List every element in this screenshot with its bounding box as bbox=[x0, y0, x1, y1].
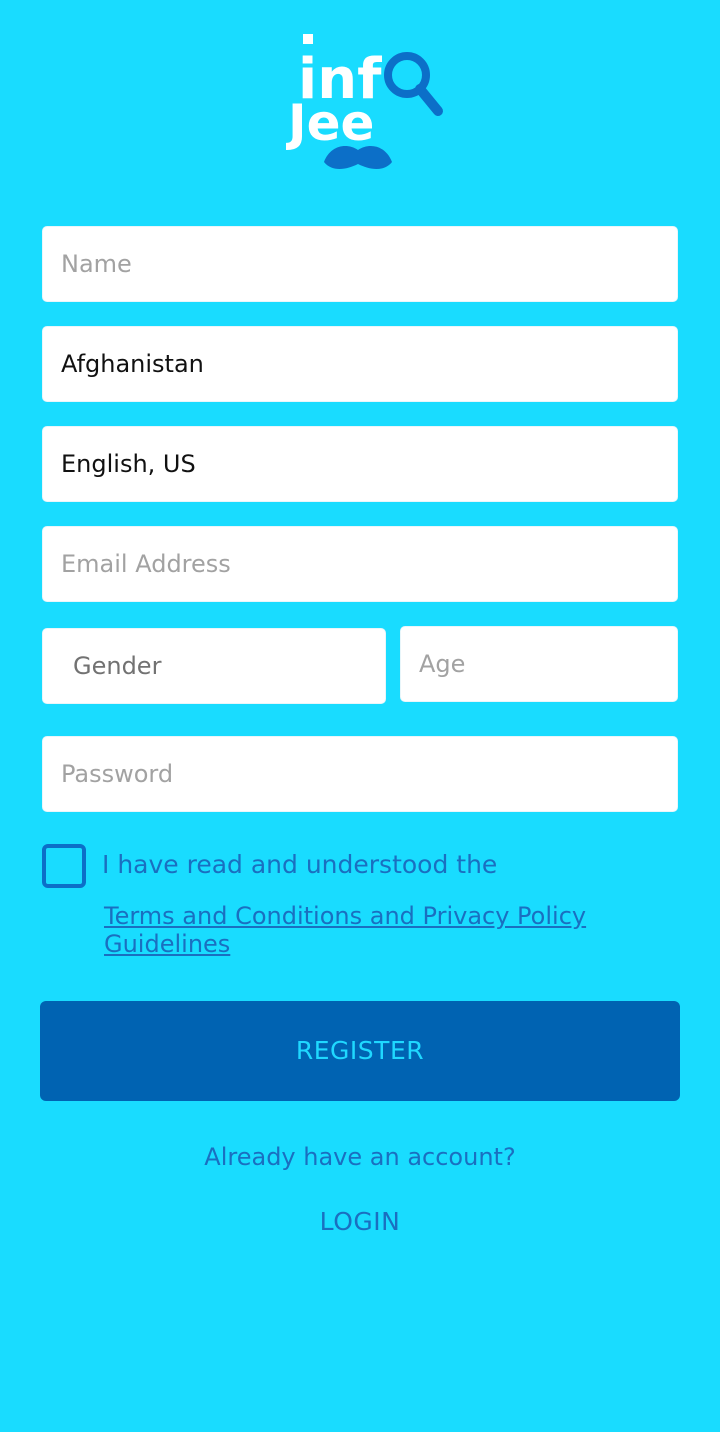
agreement-text: I have read and understood the bbox=[102, 850, 498, 879]
terms-link[interactable]: Terms and Conditions and Privacy Policy … bbox=[104, 902, 664, 958]
country-select[interactable]: Afghanistan bbox=[42, 326, 678, 402]
password-input[interactable] bbox=[43, 737, 677, 811]
language-select[interactable]: English, US bbox=[42, 426, 678, 502]
name-input[interactable] bbox=[43, 227, 677, 301]
infojee-logo-icon: inf Jee bbox=[285, 34, 443, 169]
country-value: Afghanistan bbox=[61, 350, 204, 378]
gender-select[interactable]: Gender bbox=[42, 628, 386, 704]
password-field[interactable] bbox=[42, 736, 678, 812]
name-field[interactable] bbox=[42, 226, 678, 302]
register-button[interactable]: REGISTER bbox=[40, 1001, 680, 1101]
language-value: English, US bbox=[61, 450, 196, 478]
age-input[interactable] bbox=[401, 627, 677, 701]
gender-value: Gender bbox=[73, 652, 162, 680]
magnifier-icon bbox=[384, 52, 443, 116]
logo-text-jee: Jee bbox=[286, 94, 374, 152]
email-field[interactable] bbox=[42, 526, 678, 602]
login-link[interactable]: LOGIN bbox=[0, 1207, 720, 1236]
age-field[interactable] bbox=[400, 626, 678, 702]
email-input[interactable] bbox=[43, 527, 677, 601]
already-account-text: Already have an account? bbox=[204, 1143, 516, 1171]
terms-checkbox[interactable] bbox=[42, 844, 86, 888]
app-logo: inf Jee bbox=[285, 30, 446, 175]
